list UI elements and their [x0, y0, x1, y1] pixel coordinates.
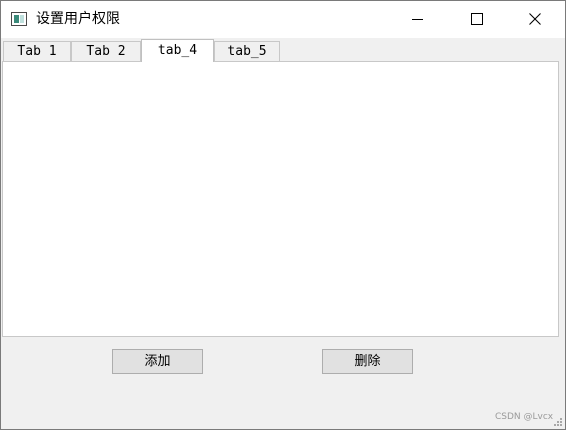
- tab-tab-2[interactable]: Tab 2: [71, 41, 141, 61]
- add-button[interactable]: 添加: [112, 349, 203, 374]
- tab-bar: Tab 1 Tab 2 tab_4 tab_5: [1, 38, 565, 62]
- minimize-button[interactable]: [396, 1, 442, 38]
- minimize-icon: [412, 19, 423, 20]
- delete-button[interactable]: 删除: [322, 349, 413, 374]
- app-window-icon: [11, 12, 27, 26]
- tab-tab-4[interactable]: tab_4: [141, 39, 214, 62]
- tab-tab-5[interactable]: tab_5: [214, 41, 280, 61]
- tab-content-panel: [2, 61, 559, 337]
- title-bar[interactable]: 设置用户权限: [1, 1, 565, 38]
- maximize-icon: [471, 13, 483, 25]
- resize-grip-icon[interactable]: [554, 418, 563, 427]
- tab-tab-1[interactable]: Tab 1: [3, 41, 71, 61]
- maximize-button[interactable]: [454, 1, 500, 38]
- close-button[interactable]: [513, 1, 559, 38]
- window-title: 设置用户权限: [36, 11, 120, 27]
- watermark-text: CSDN @Lvcx: [495, 412, 554, 422]
- close-icon: [529, 13, 541, 25]
- app-window: 设置用户权限 Tab 1 Tab 2 tab_4 tab_5 添加 删除 CSD…: [0, 0, 566, 430]
